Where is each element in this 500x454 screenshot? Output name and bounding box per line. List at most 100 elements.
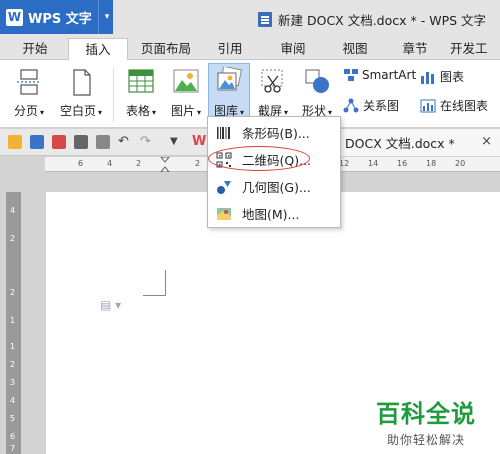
app-menu-button[interactable]: W WPS 文字 ▾ bbox=[0, 0, 113, 34]
close-icon[interactable]: × bbox=[481, 134, 492, 149]
menu-item-geometry[interactable]: 几何图(G)... bbox=[208, 173, 340, 200]
online-chart-button[interactable]: 在线图表 bbox=[420, 97, 488, 114]
smartart-button[interactable]: SmartArt bbox=[343, 68, 416, 82]
save-icon[interactable] bbox=[30, 135, 44, 149]
table-button[interactable]: 表格 ▾ bbox=[120, 64, 162, 124]
wps-logo-icon: W bbox=[6, 8, 23, 26]
shapes-icon bbox=[305, 69, 329, 93]
bar-chart-icon bbox=[421, 71, 434, 84]
menu-item-label: 条形码(B)... bbox=[242, 126, 310, 141]
tab-review[interactable]: 审阅 bbox=[268, 38, 318, 60]
blank-page-label: 空白页 bbox=[59, 104, 96, 118]
ruler-tick: 1 bbox=[10, 316, 16, 325]
ruler-tick: 5 bbox=[10, 414, 16, 423]
chevron-down-icon: ▾ bbox=[197, 108, 202, 117]
online-chart-icon bbox=[420, 99, 436, 112]
print-icon[interactable] bbox=[74, 135, 88, 149]
ruler-tick: 4 bbox=[107, 159, 113, 168]
shapes-button[interactable]: 形状 ▾ bbox=[296, 64, 338, 124]
undo-icon[interactable]: ↶ bbox=[118, 135, 132, 149]
paragraph-options-icon[interactable]: ▤ ▾ bbox=[100, 298, 121, 312]
online-chart-label: 在线图表 bbox=[440, 99, 489, 113]
indent-marker-icon[interactable] bbox=[160, 157, 170, 172]
print-preview-icon[interactable] bbox=[96, 135, 110, 149]
vertical-ruler[interactable]: 4 2 2 1 1 2 3 4 5 6 7 bbox=[6, 192, 21, 454]
menu-bar: 开始 插入 页面布局 引用 审阅 视图 章节 开发工 bbox=[0, 38, 500, 61]
watermark: 百科全说 助你轻松解决 bbox=[376, 394, 476, 448]
gallery-icon bbox=[217, 67, 242, 91]
barcode-icon bbox=[217, 126, 230, 139]
ruler-tick: 4 bbox=[10, 396, 16, 405]
redo-icon[interactable]: ↷ bbox=[140, 135, 154, 149]
highlight-ellipse bbox=[208, 146, 310, 171]
smartart-label: SmartArt bbox=[362, 68, 417, 82]
ruler-tick: 2 bbox=[10, 234, 16, 243]
watermark-title: 百科全说 bbox=[376, 400, 476, 428]
chevron-down-icon: ▾ bbox=[98, 108, 103, 117]
ruler-tick: 20 bbox=[455, 159, 466, 168]
relation-chart-label: 关系图 bbox=[363, 99, 400, 113]
menu-item-barcode[interactable]: 条形码(B)... bbox=[208, 119, 340, 146]
ruler-tick: 1 bbox=[10, 342, 16, 351]
ruler-tick: 2 bbox=[136, 159, 142, 168]
tab-references[interactable]: 引用 bbox=[205, 38, 255, 60]
ruler-tick: 4 bbox=[10, 206, 16, 215]
gallery-dropdown-menu: 条形码(B)... 二维码(Q)... 几何图(G)... 地图(M)... bbox=[207, 116, 341, 228]
table-label: 表格 bbox=[125, 104, 150, 118]
export-pdf-icon[interactable] bbox=[52, 135, 66, 149]
ruler-tick: 6 bbox=[78, 159, 84, 168]
blank-page-icon bbox=[73, 69, 91, 96]
ruler-tick: 3 bbox=[10, 378, 16, 387]
app-name: WPS 文字 bbox=[28, 11, 92, 27]
picture-icon bbox=[173, 69, 199, 93]
title-bar: W WPS 文字 ▾ 新建 DOCX 文档.docx * - WPS 文字 bbox=[0, 0, 500, 38]
customize-toolbar-icon[interactable]: ▼ bbox=[170, 135, 184, 149]
chevron-down-icon: ▾ bbox=[152, 108, 157, 117]
map-icon bbox=[217, 207, 231, 220]
ruler-tick: 2 bbox=[195, 159, 201, 168]
page-break-button[interactable]: 分页 ▾ bbox=[8, 64, 50, 124]
ruler-tick: 6 bbox=[10, 432, 16, 441]
chevron-down-icon: ▾ bbox=[40, 108, 45, 117]
window-title: 新建 DOCX 文档.docx * - WPS 文字 bbox=[258, 10, 486, 29]
geometry-icon bbox=[217, 180, 231, 194]
tab-developer[interactable]: 开发工 bbox=[450, 38, 500, 60]
ribbon-separator bbox=[113, 68, 114, 122]
watermark-subtitle: 助你轻松解决 bbox=[386, 433, 465, 447]
ruler-tick: 2 bbox=[10, 288, 16, 297]
relation-chart-icon bbox=[343, 98, 359, 112]
open-folder-icon[interactable] bbox=[8, 135, 22, 149]
ruler-tick: 18 bbox=[426, 159, 437, 168]
gallery-button[interactable]: 图库 ▾ bbox=[208, 64, 250, 124]
page-break-label: 分页 bbox=[13, 104, 38, 118]
table-icon bbox=[128, 69, 154, 93]
smartart-icon bbox=[344, 69, 358, 81]
ruler-tick: 2 bbox=[10, 360, 16, 369]
menu-item-label: 几何图(G)... bbox=[242, 180, 311, 195]
chevron-down-icon[interactable]: ▾ bbox=[97, 0, 109, 34]
menu-item-map[interactable]: 地图(M)... bbox=[208, 200, 340, 227]
page-margin-marker bbox=[143, 270, 166, 296]
ruler-tick: 7 bbox=[10, 444, 16, 453]
window-title-text: 新建 DOCX 文档.docx * - WPS 文字 bbox=[278, 13, 487, 28]
chart-label: 图表 bbox=[440, 70, 465, 84]
wps-icon[interactable]: W bbox=[192, 135, 206, 149]
tab-section[interactable]: 章节 bbox=[390, 38, 440, 60]
scissors-icon bbox=[261, 69, 283, 93]
document-icon bbox=[258, 12, 272, 27]
ruler-tick: 14 bbox=[368, 159, 379, 168]
menu-item-label: 地图(M)... bbox=[242, 207, 300, 222]
ruler-tick: 16 bbox=[397, 159, 408, 168]
relation-chart-button[interactable]: 关系图 bbox=[343, 97, 399, 114]
tab-home[interactable]: 开始 bbox=[10, 38, 60, 60]
document-tab-label: DOCX 文档.docx * bbox=[345, 136, 455, 151]
tab-view[interactable]: 视图 bbox=[330, 38, 380, 60]
screenshot-button[interactable]: 截屏 ▾ bbox=[252, 64, 294, 124]
picture-button[interactable]: 图片 ▾ bbox=[166, 64, 206, 124]
chart-button[interactable]: 图表 bbox=[420, 68, 464, 85]
blank-page-button[interactable]: 空白页 ▾ bbox=[55, 64, 107, 124]
picture-label: 图片 bbox=[170, 104, 195, 118]
document-tab[interactable]: DOCX 文档.docx * × bbox=[338, 129, 500, 156]
tab-page-layout[interactable]: 页面布局 bbox=[135, 38, 197, 60]
tab-insert[interactable]: 插入 bbox=[68, 38, 128, 61]
